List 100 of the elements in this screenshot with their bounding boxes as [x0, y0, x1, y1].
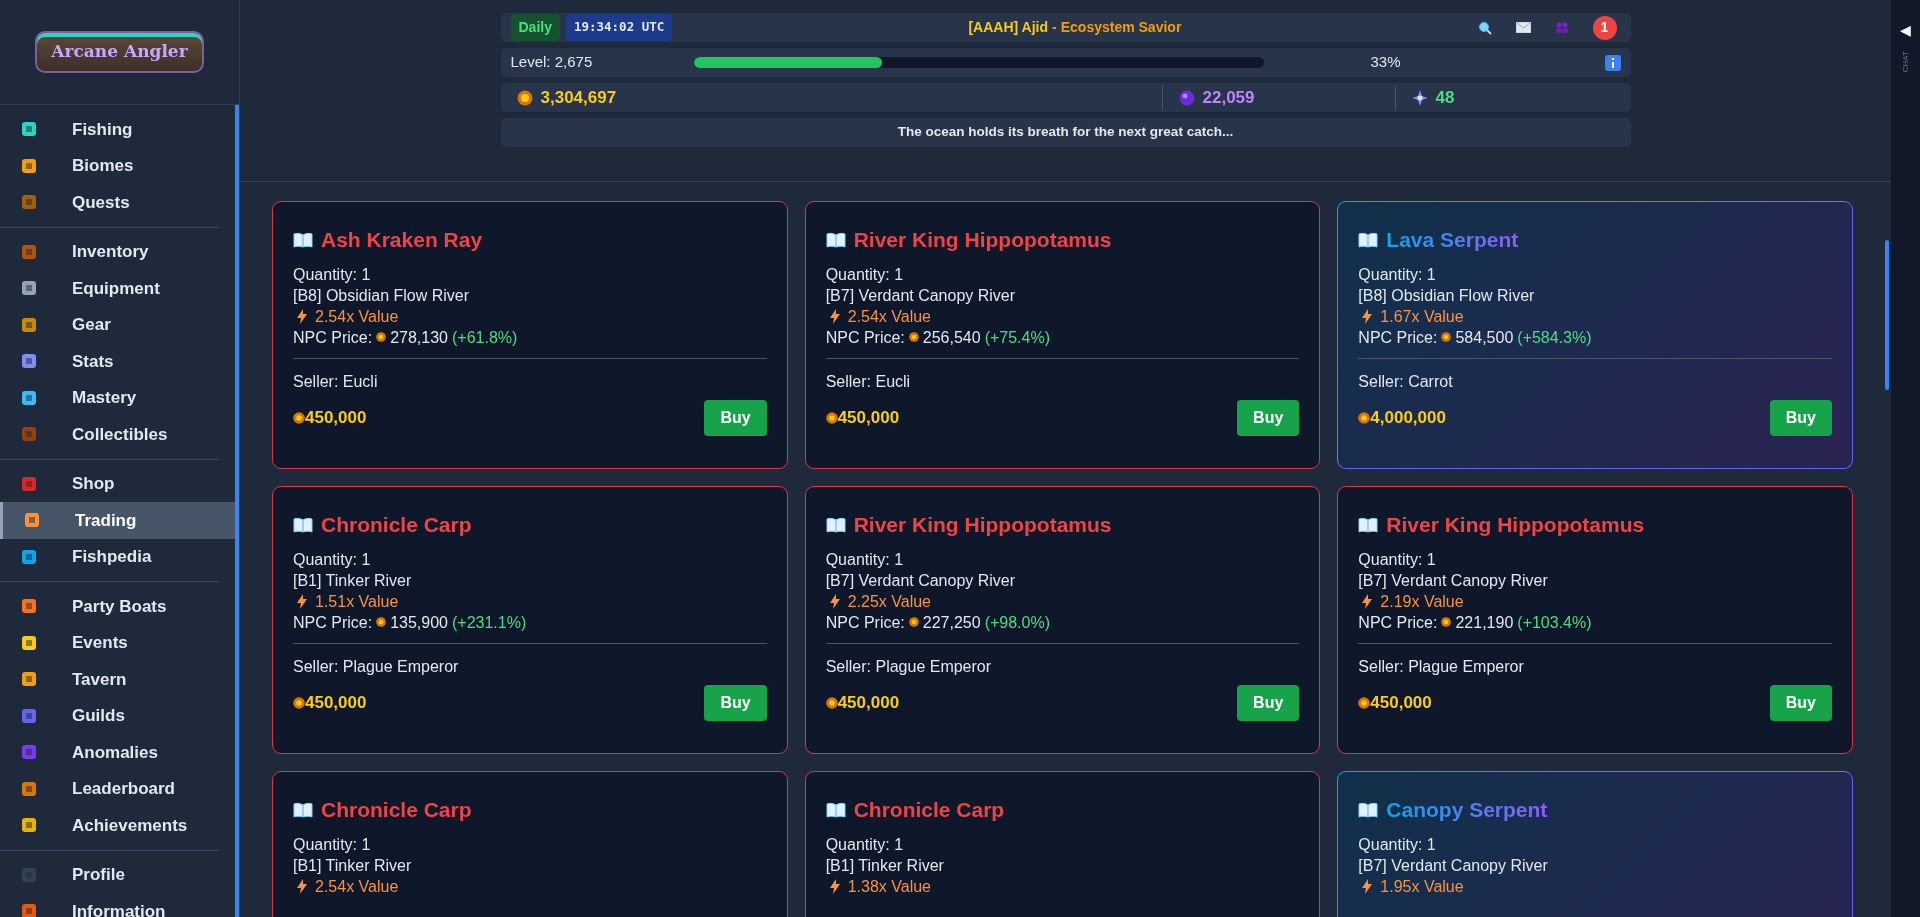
- npc-price: 584,500: [1455, 327, 1514, 348]
- lightning-icon: [1362, 878, 1373, 894]
- item-name: Ash Kraken Ray: [321, 227, 483, 253]
- sidebar-item[interactable]: Equipment: [0, 270, 220, 307]
- sidebar-item[interactable]: Trading: [0, 502, 237, 539]
- value-multiplier: 1.67x Value: [1380, 306, 1464, 327]
- pixel-icon: [20, 425, 38, 444]
- sidebar-item[interactable]: Achievements: [0, 807, 220, 844]
- player-name: [AAAH] Ajid: [968, 18, 1049, 37]
- pixel-icon: [20, 120, 38, 139]
- sidebar-item[interactable]: Events: [0, 624, 220, 661]
- scrollbar[interactable]: [235, 105, 239, 917]
- chat-label: CHAT: [1899, 51, 1911, 73]
- price-difference: (+584.3%): [1517, 327, 1592, 348]
- gem-icon: [1411, 89, 1428, 106]
- quantity-text: Quantity: 1: [825, 549, 905, 570]
- pixel-icon: [20, 597, 38, 616]
- sidebar-item[interactable]: Fishpedia: [0, 538, 220, 575]
- sidebar-item[interactable]: Anomalies: [0, 734, 220, 771]
- npc-price-label: NPC Price:: [293, 327, 373, 348]
- pixel-icon: [20, 743, 38, 762]
- seller-name: Seller: Plague Emperor: [293, 656, 460, 677]
- book-icon: [293, 516, 313, 533]
- coin-icon: [908, 617, 919, 627]
- sidebar-item[interactable]: Information: [0, 893, 220, 917]
- lightning-icon: [1362, 593, 1373, 609]
- level-label: Level: 2,675: [510, 52, 594, 73]
- collapse-toggle[interactable]: ◀: [1900, 20, 1911, 41]
- seller-name: Seller: Carrot: [1358, 371, 1454, 392]
- quantity-text: Quantity: 1: [293, 834, 372, 855]
- coin-icon: [1441, 617, 1452, 627]
- sidebar-item[interactable]: Profile: [0, 856, 220, 893]
- npc-price: 256,540: [922, 327, 981, 348]
- logo[interactable]: Arcane Angler: [35, 31, 204, 73]
- sidebar-item[interactable]: Inventory: [0, 233, 220, 270]
- sidebar-item[interactable]: Mastery: [0, 379, 220, 416]
- scrollbar[interactable]: [1885, 240, 1889, 390]
- npc-price: 227,250: [922, 612, 981, 633]
- seller-name: Seller: Eucli: [293, 371, 379, 392]
- pixel-icon: [20, 193, 38, 212]
- quantity-text: Quantity: 1: [1358, 834, 1437, 855]
- sidebar-item[interactable]: Biomes: [0, 147, 220, 184]
- quantity-text: Quantity: 1: [825, 264, 905, 285]
- npc-price: 221,190: [1455, 612, 1514, 633]
- sidebar-item[interactable]: Shop: [0, 465, 220, 502]
- coin-icon: [1441, 332, 1452, 342]
- mail-icon: [1515, 22, 1531, 33]
- sidebar-item[interactable]: Leaderboard: [0, 770, 220, 807]
- item-name: River King Hippopotamus: [853, 512, 1112, 538]
- clock-badge: 19:34:02 UTC: [565, 14, 673, 41]
- book-icon: [825, 231, 846, 248]
- value-multiplier: 1.95x Value: [1380, 876, 1464, 897]
- level-percent: 33%: [1370, 52, 1401, 73]
- sidebar-item[interactable]: Collectibles: [0, 416, 220, 453]
- quantity-text: Quantity: 1: [1358, 264, 1437, 285]
- book-icon: [1358, 231, 1379, 248]
- biome-text: [B1] Tinker River: [825, 855, 945, 876]
- npc-price-label: NPC Price:: [293, 612, 373, 633]
- notification-badge[interactable]: 1: [1592, 15, 1617, 40]
- price-difference: (+103.4%): [1517, 612, 1592, 633]
- sidebar-item[interactable]: Quests: [0, 184, 220, 221]
- pixel-icon: [20, 865, 38, 884]
- npc-price: 278,130: [390, 327, 448, 348]
- status-message: The ocean holds its breath for the next great catch...: [897, 123, 1234, 142]
- price-difference: (+231.1%): [451, 612, 527, 633]
- sidebar-item[interactable]: Party Boats: [0, 588, 220, 625]
- value-multiplier: 1.51x Value: [315, 591, 399, 612]
- lightning-icon: [829, 308, 840, 324]
- pixel-icon: [20, 547, 38, 566]
- coin-icon: [293, 411, 305, 424]
- sidebar-item[interactable]: Fishing: [0, 111, 220, 148]
- book-icon: [293, 801, 313, 818]
- pixel-icon: [20, 633, 38, 652]
- pixel-icon: [20, 315, 38, 334]
- pixel-icon: [20, 670, 38, 689]
- book-icon: [293, 231, 313, 248]
- lightning-icon: [829, 593, 840, 609]
- listing-price: 450,000: [1370, 691, 1432, 714]
- coin-icon: [293, 696, 305, 709]
- lightning-icon: [297, 308, 307, 324]
- sidebar-item[interactable]: Gear: [0, 306, 220, 343]
- sidebar-item[interactable]: Guilds: [0, 697, 220, 734]
- item-name: River King Hippopotamus: [853, 227, 1112, 253]
- book-icon: [825, 801, 846, 818]
- book-icon: [1358, 801, 1379, 818]
- coin-amount: 3,304,697: [540, 86, 617, 109]
- coin-icon: [825, 696, 838, 709]
- player-separator: -: [1052, 18, 1057, 37]
- coin-icon: [376, 332, 387, 342]
- pixel-icon: [20, 706, 38, 725]
- book-icon: [1358, 516, 1379, 533]
- npc-price-label: NPC Price:: [825, 612, 905, 633]
- pixel-icon: [20, 156, 38, 175]
- listing-price: 4,000,000: [1370, 406, 1446, 429]
- sidebar-item[interactable]: Stats: [0, 343, 220, 380]
- value-multiplier: 2.25x Value: [847, 591, 931, 612]
- search-icon: [1477, 20, 1492, 35]
- quantity-text: Quantity: 1: [825, 834, 905, 855]
- sidebar-item[interactable]: Tavern: [0, 661, 220, 698]
- listing-price: 450,000: [305, 691, 367, 714]
